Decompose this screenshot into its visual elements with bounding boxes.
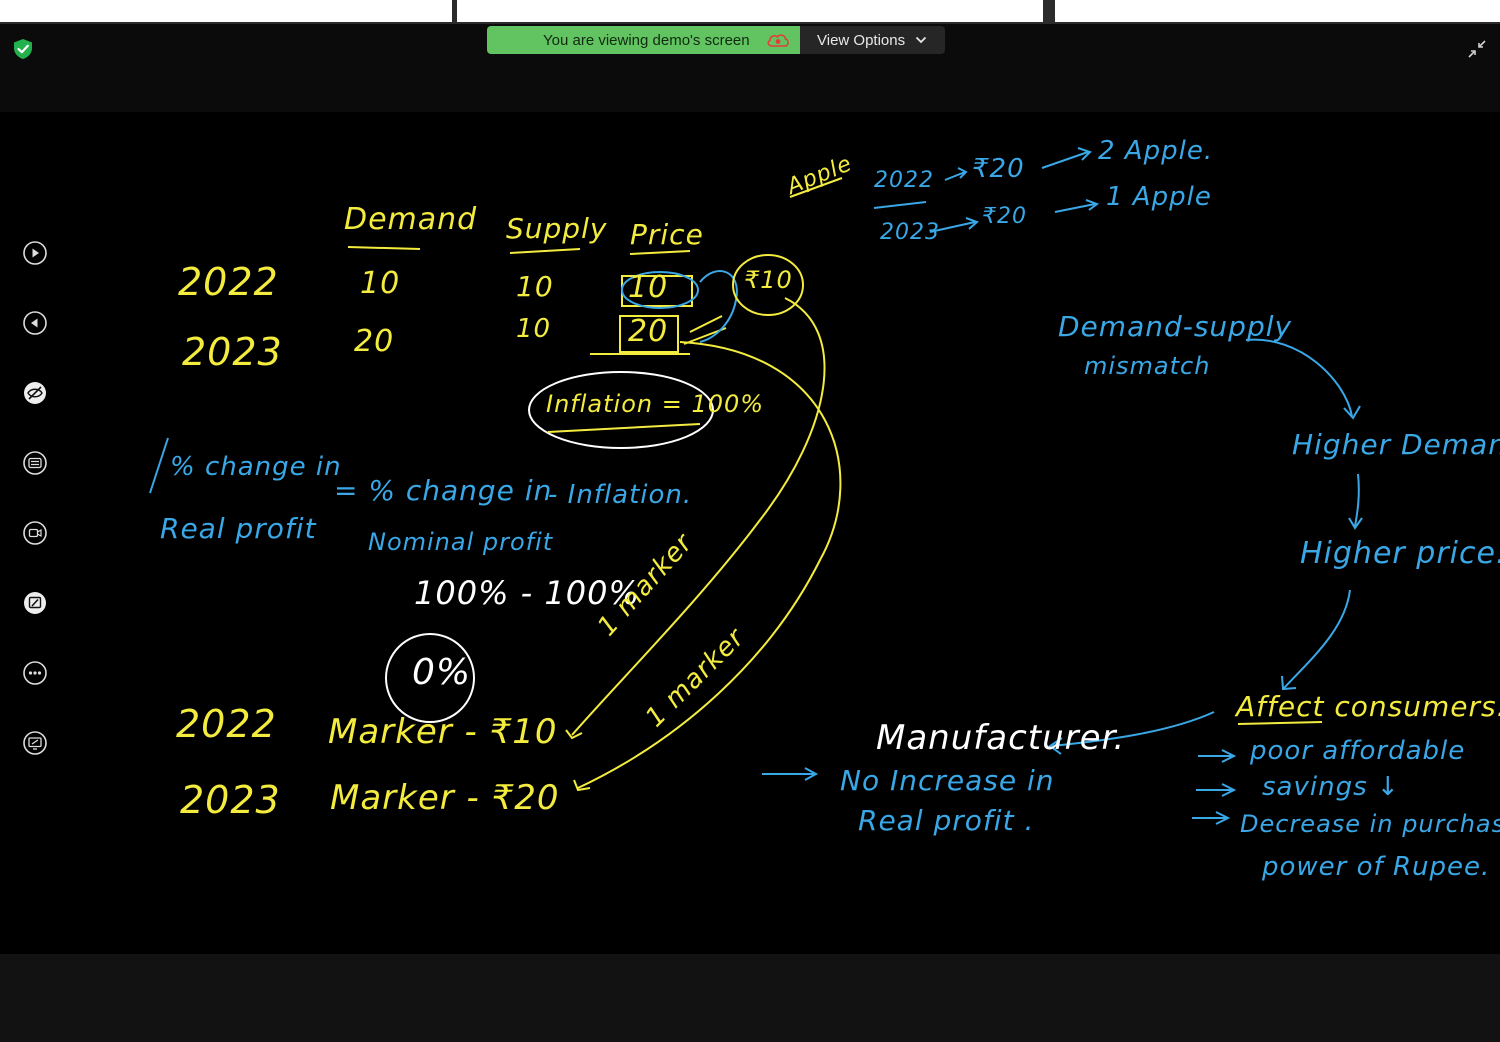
flow-arrow-1 (1245, 338, 1361, 420)
price-circle-note: ₹10 (744, 266, 793, 294)
no-increase-1: No Increase in (840, 764, 1055, 797)
demand-underline (347, 246, 421, 250)
effect-arrow-3 (1192, 811, 1231, 825)
apple-arrow-4 (1054, 199, 1100, 213)
apple-year-underline (873, 201, 927, 209)
percent-slash (149, 437, 169, 494)
effect-arrow-1 (1198, 749, 1237, 763)
price-2023: 20 (628, 314, 669, 349)
formula-lhs-1: % change in (170, 452, 342, 482)
flow-mismatch-1: Demand-supply (1058, 310, 1293, 343)
formula-rhs-3: - Inflation. (548, 480, 693, 510)
apple-year-2023: 2023 (880, 220, 940, 245)
marker-year-2022: 2022 (176, 702, 277, 746)
inflation-note: Inflation = 100% (546, 390, 765, 418)
marker-price-2022: Marker - ₹10 (328, 712, 558, 752)
calc-result: 0% (412, 652, 472, 693)
price-connector (699, 270, 738, 343)
formula-rhs-2: Nominal profit (368, 528, 554, 556)
effect-3: Decrease in purchasing (1240, 810, 1500, 838)
marker-year-2023: 2023 (180, 778, 281, 822)
effect-4: power of Rupee. (1262, 852, 1491, 882)
flow-arrow-2 (1348, 473, 1363, 530)
flow-arrow-3 (1281, 589, 1351, 691)
header-demand: Demand (344, 202, 478, 237)
formula-rhs-1: = % change in (334, 474, 553, 507)
no-increase-2: Real profit . (858, 804, 1035, 837)
supply-2022: 10 (516, 270, 554, 303)
apple-arrow-2 (1041, 147, 1092, 169)
flow-higher-price: Higher price. (1300, 536, 1500, 571)
apple-result-2023: 1 Apple (1106, 182, 1212, 212)
demand-2023: 20 (354, 324, 395, 359)
apple-arrow-1 (944, 167, 968, 181)
demand-2022: 10 (360, 266, 401, 301)
year-2023: 2023 (182, 330, 283, 374)
price-underline (629, 250, 691, 255)
flow-mismatch-2: mismatch (1084, 352, 1211, 380)
apple-result-2022: 2 Apple. (1098, 136, 1214, 166)
apple-year-2022: 2022 (874, 168, 934, 193)
manufacturer-label: Manufacturer. (876, 718, 1126, 758)
effect-2: savings ↓ (1262, 772, 1400, 802)
apple-price-2022: ₹20 (972, 154, 1025, 184)
supply-underline (509, 248, 581, 254)
header-supply: Supply (506, 212, 608, 245)
no-increase-arrow (762, 767, 819, 781)
header-price: Price (630, 218, 704, 251)
flow-higher-demand: Higher Demand (1292, 428, 1500, 461)
marker-price-2023: Marker - ₹20 (330, 778, 560, 818)
effect-1: poor affordable (1250, 736, 1466, 766)
year-2022: 2022 (178, 260, 279, 304)
effect-arrow-2 (1196, 783, 1237, 797)
inflation-underline (547, 423, 701, 433)
supply-2023: 10 (516, 314, 552, 344)
price-2022: 10 (628, 270, 669, 305)
formula-lhs-2: Real profit (160, 512, 317, 545)
apple-price-2023: ₹20 (982, 204, 1027, 229)
flow-affect: Affect consumers. (1236, 690, 1500, 723)
